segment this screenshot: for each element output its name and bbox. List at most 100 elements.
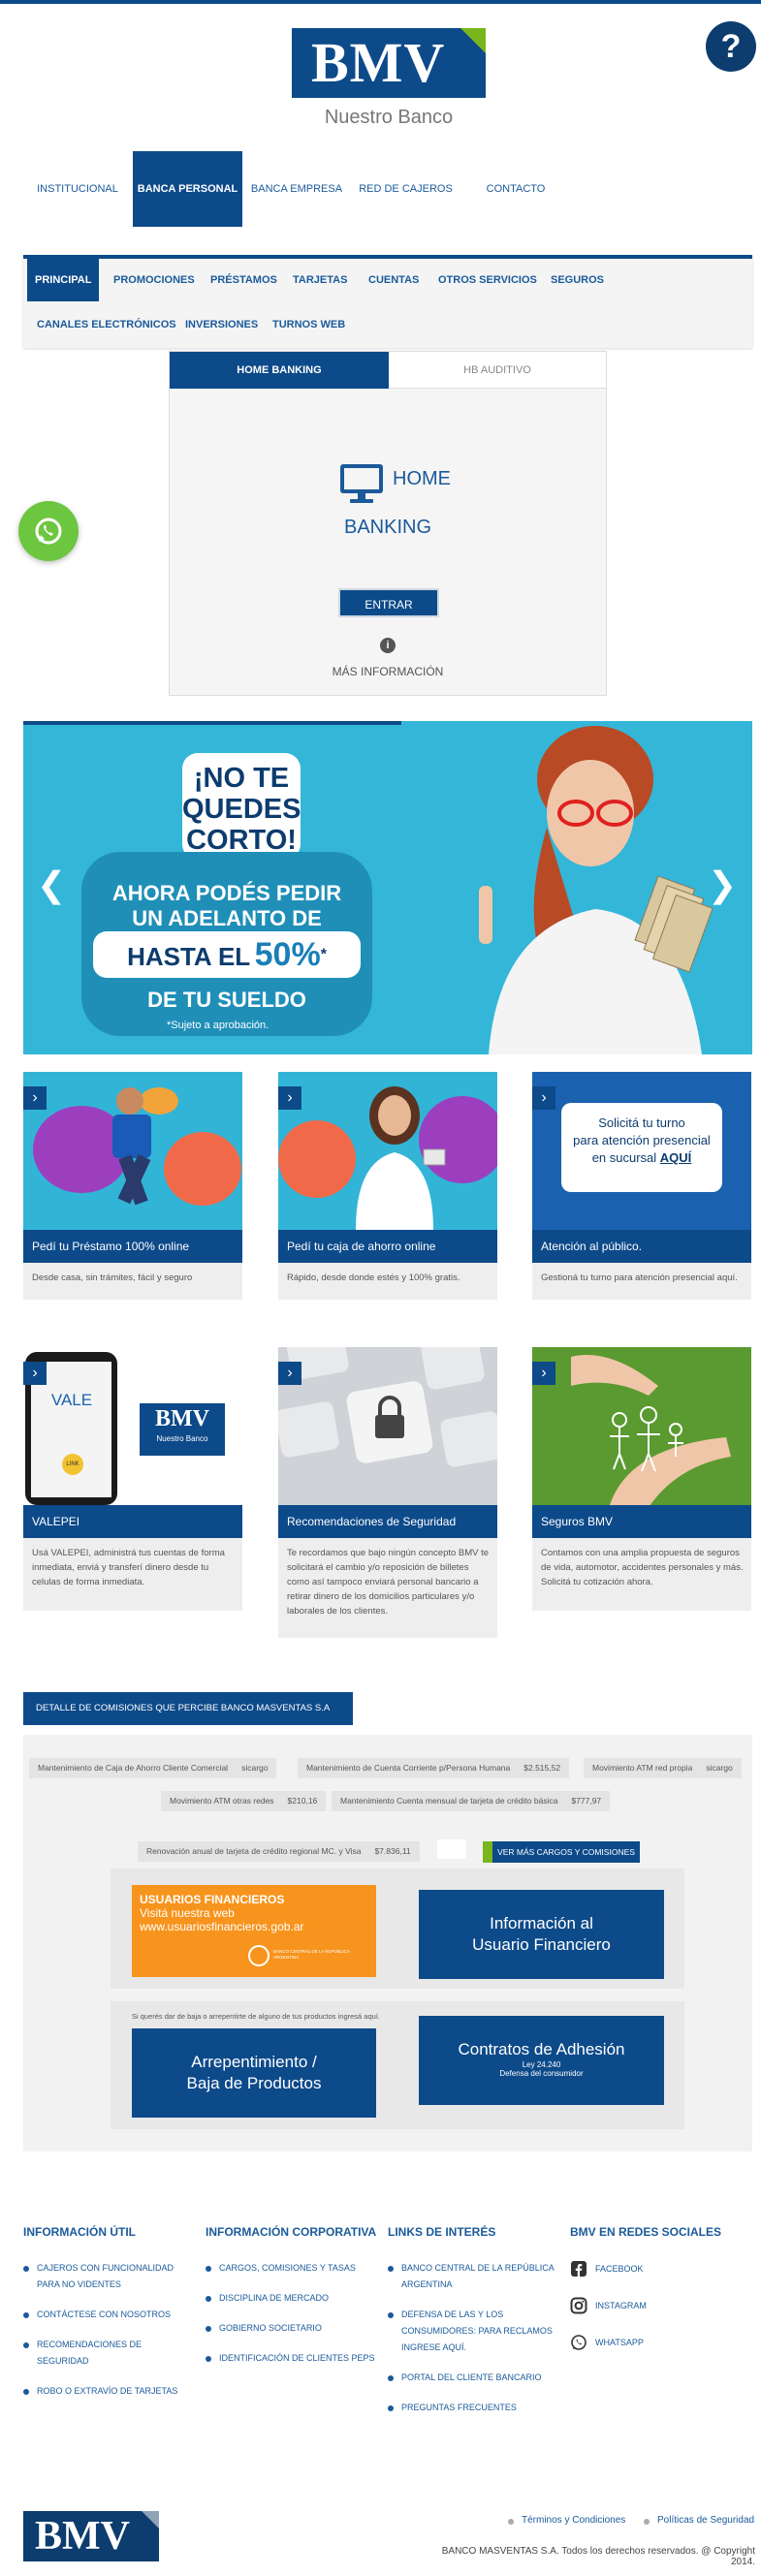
bmv-mini-sub: Nuestro Banco bbox=[156, 1434, 208, 1443]
tab-hb-auditivo[interactable]: HB AUDITIVO bbox=[389, 352, 606, 389]
instagram-link[interactable]: INSTAGRAM bbox=[570, 2297, 754, 2314]
card-caja-ahorro-title: Pedí tu caja de ahorro online bbox=[278, 1230, 497, 1263]
ver-mas-comisiones-button[interactable]: VER MÁS CARGOS Y COMISIONES bbox=[483, 1841, 640, 1863]
card-atencion[interactable]: Solicitá tu turno para atención presenci… bbox=[532, 1072, 751, 1300]
contr-title: Contratos de Adhesión bbox=[458, 2040, 625, 2058]
footer-heading: INFORMACIÓN ÚTIL bbox=[23, 2225, 136, 2239]
subnav-canales-electronicos[interactable]: CANALES ELECTRÓNICOS bbox=[29, 303, 184, 346]
card-valepei-title: VALEPEI bbox=[23, 1505, 242, 1538]
banner-progress bbox=[23, 721, 401, 725]
help-button[interactable]: ? bbox=[706, 21, 756, 72]
whatsapp-label: WHATSAPP bbox=[595, 2338, 644, 2347]
footer-heading: BMV EN REDES SOCIALES bbox=[570, 2225, 722, 2239]
promo-hasta: HASTA EL bbox=[127, 942, 251, 971]
card-caja-ahorro-chevron-icon[interactable]: › bbox=[278, 1086, 301, 1110]
card-prestamo[interactable]: › Pedí tu Préstamo 100% online Desde cas… bbox=[23, 1072, 242, 1300]
more-info-link[interactable]: MÁS INFORMACIÓN bbox=[170, 665, 606, 678]
subnav-inversiones[interactable]: INVERSIONES bbox=[177, 303, 266, 346]
commissions-section: Mantenimiento de Caja de Ahorro Cliente … bbox=[23, 1735, 752, 2152]
card-atencion-desc: Gestioná tu turno para atención presenci… bbox=[541, 1272, 738, 1283]
subnav-tarjetas[interactable]: TARJETAS bbox=[285, 259, 355, 301]
subnav-prestamos[interactable]: PRÉSTAMOS bbox=[203, 259, 285, 301]
contr-sub-2: Defensa del consumidor bbox=[499, 2069, 584, 2078]
card-seguros-desc: Contamos con una amplia propuesta de seg… bbox=[541, 1548, 744, 1587]
uf-title: USUARIOS FINANCIEROS bbox=[140, 1893, 285, 1906]
card-atencion-chevron-icon[interactable]: › bbox=[532, 1086, 555, 1110]
arrepentimiento-button[interactable]: Arrepentimiento / Baja de Productos bbox=[132, 2028, 376, 2118]
promo-banner[interactable]: ¡NO TE QUEDES CORTO! AHORA PODÉS PEDIR U… bbox=[23, 721, 752, 1054]
subnav-otros-servicios[interactable]: OTROS SERVICIOS bbox=[430, 259, 545, 301]
carousel-prev-icon[interactable]: ❮ bbox=[37, 864, 66, 905]
footer-link[interactable]: IDENTIFICACIÓN DE CLIENTES PEPS bbox=[206, 2350, 375, 2367]
footer-link[interactable]: CARGOS, COMISIONES Y TASAS bbox=[206, 2260, 375, 2277]
home-banking-title-2: BANKING bbox=[343, 517, 432, 538]
whatsapp-small-icon bbox=[571, 2335, 587, 2350]
uf-line: Visitá nuestra web bbox=[140, 1906, 235, 1920]
usuarios-financieros-banner[interactable]: USUARIOS FINANCIEROS Visitá nuestra web … bbox=[132, 1885, 376, 1977]
bmv-logo[interactable]: BMV bbox=[292, 28, 486, 98]
promo-line-4: DE TU SUELDO bbox=[147, 988, 306, 1012]
commissions-detail-button[interactable]: DETALLE DE COMISIONES QUE PERCIBE BANCO … bbox=[23, 1692, 353, 1725]
info-line-1: Información al bbox=[490, 1914, 593, 1932]
nav-banca-personal[interactable]: BANCA PERSONAL bbox=[133, 151, 242, 227]
nav-contacto[interactable]: CONTACTO bbox=[477, 151, 555, 227]
nav-institucional[interactable]: INSTITUCIONAL bbox=[34, 151, 121, 227]
home-banking-title-1: HOME bbox=[393, 468, 451, 489]
commission-value: $2.515,52 bbox=[523, 1763, 561, 1773]
footer-link[interactable]: CAJEROS CON FUNCIONALIDAD PARA NO VIDENT… bbox=[23, 2260, 193, 2293]
footer-link[interactable]: PORTAL DEL CLIENTE BANCARIO bbox=[388, 2370, 557, 2386]
card-seguros[interactable]: › Seguros BMV Contamos con una amplia pr… bbox=[532, 1347, 751, 1611]
footer-link[interactable]: GOBIERNO SOCIETARIO bbox=[206, 2320, 375, 2337]
tab-home-banking[interactable]: HOME BANKING bbox=[170, 352, 389, 389]
arrepentimiento-note: Si querés dar de baja o arrepentirte de … bbox=[131, 2012, 380, 2021]
enter-button[interactable]: ENTRAR bbox=[338, 588, 439, 617]
commission-spacer bbox=[437, 1839, 466, 1859]
subnav-cuentas[interactable]: CUENTAS bbox=[361, 259, 427, 301]
card-seguridad[interactable]: › Recomendaciones de Seguridad Te record… bbox=[278, 1347, 497, 1638]
instagram-label: INSTAGRAM bbox=[595, 2301, 647, 2310]
card-valepei[interactable]: VALE LINK BMV Nuestro Banco › VALEPEI Us… bbox=[23, 1347, 242, 1611]
top-accent-line bbox=[0, 0, 761, 4]
footer-link[interactable]: RECOMENDACIONES DE SEGURIDAD bbox=[23, 2337, 193, 2370]
terms-link[interactable]: Términos y Condiciones bbox=[508, 2515, 625, 2526]
subnav-principal[interactable]: PRINCIPAL bbox=[27, 259, 100, 301]
footer-link[interactable]: BANCO CENTRAL DE LA REPÚBLICA ARGENTINA bbox=[388, 2260, 557, 2293]
commission-item: Renovación anual de tarjeta de crédito r… bbox=[138, 1841, 420, 1862]
subnav-turnos-web[interactable]: TURNOS WEB bbox=[265, 303, 353, 346]
footer-link[interactable]: DISCIPLINA DE MERCADO bbox=[206, 2290, 375, 2307]
privacy-link[interactable]: Políticas de Seguridad bbox=[644, 2515, 754, 2526]
facebook-link[interactable]: FACEBOOK bbox=[570, 2260, 754, 2278]
footer-link[interactable]: CONTÁCTESE CON NOSOTROS bbox=[23, 2307, 193, 2323]
logo-corner bbox=[460, 28, 486, 53]
card-seguros-title: Seguros BMV bbox=[532, 1505, 751, 1538]
info-usuario-financiero-button[interactable]: Información al Usuario Financiero bbox=[419, 1890, 664, 1979]
card-seguridad-chevron-icon[interactable]: › bbox=[278, 1362, 301, 1385]
contr-sub-1: Ley 24.240 bbox=[522, 2060, 561, 2069]
banner-note: *Sujeto a aprobación. bbox=[167, 1020, 270, 1031]
nav-banca-empresa[interactable]: BANCA EMPRESA bbox=[250, 151, 343, 227]
contratos-adhesion-button[interactable]: Contratos de Adhesión Ley 24.240 Defensa… bbox=[419, 2016, 664, 2105]
card-prestamo-chevron-icon[interactable]: › bbox=[23, 1086, 47, 1110]
footer-col-redes: BMV EN REDES SOCIALES FACEBOOK INSTAGRAM… bbox=[570, 2225, 754, 2371]
bcra-seal: BANCO CENTRAL DE LA REPÚBLICA ARGENTINA bbox=[246, 1945, 368, 1966]
subnav-promociones[interactable]: PROMOCIONES bbox=[106, 259, 203, 301]
facebook-label: FACEBOOK bbox=[595, 2264, 644, 2274]
commission-value: $7.836,11 bbox=[374, 1846, 411, 1856]
carousel-next-icon[interactable]: ❯ bbox=[708, 864, 737, 905]
seal-text: BANCO CENTRAL DE LA REPÚBLICA ARGENTINA bbox=[273, 1949, 350, 1960]
nav-red-cajeros[interactable]: RED DE CAJEROS bbox=[355, 151, 457, 227]
footer-link[interactable]: DEFENSA DE LAS Y LOS CONSUMIDORES: PARA … bbox=[388, 2307, 557, 2356]
card-valepei-chevron-icon[interactable]: › bbox=[23, 1362, 47, 1385]
whatsapp-float-button[interactable] bbox=[18, 501, 79, 561]
footer-link[interactable]: PREGUNTAS FRECUENTES bbox=[388, 2400, 557, 2416]
home-banking-panel: HOME BANKING HB AUDITIVO HOME BANKING EN… bbox=[169, 351, 607, 696]
card-caja-ahorro[interactable]: › Pedí tu caja de ahorro online Rápido, … bbox=[278, 1072, 497, 1300]
whatsapp-link[interactable]: WHATSAPP bbox=[570, 2334, 754, 2351]
subnav-seguros[interactable]: SEGUROS bbox=[543, 259, 612, 301]
whatsapp-icon bbox=[35, 518, 62, 545]
seal-icon bbox=[248, 1945, 270, 1966]
card-seguros-chevron-icon[interactable]: › bbox=[532, 1362, 555, 1385]
footer-logo[interactable]: BMV bbox=[23, 2511, 159, 2561]
uf-url: www.usuariosfinancieros.gob.ar bbox=[140, 1920, 304, 1933]
footer-link[interactable]: ROBO O EXTRAVÍO DE TARJETAS bbox=[23, 2383, 193, 2400]
